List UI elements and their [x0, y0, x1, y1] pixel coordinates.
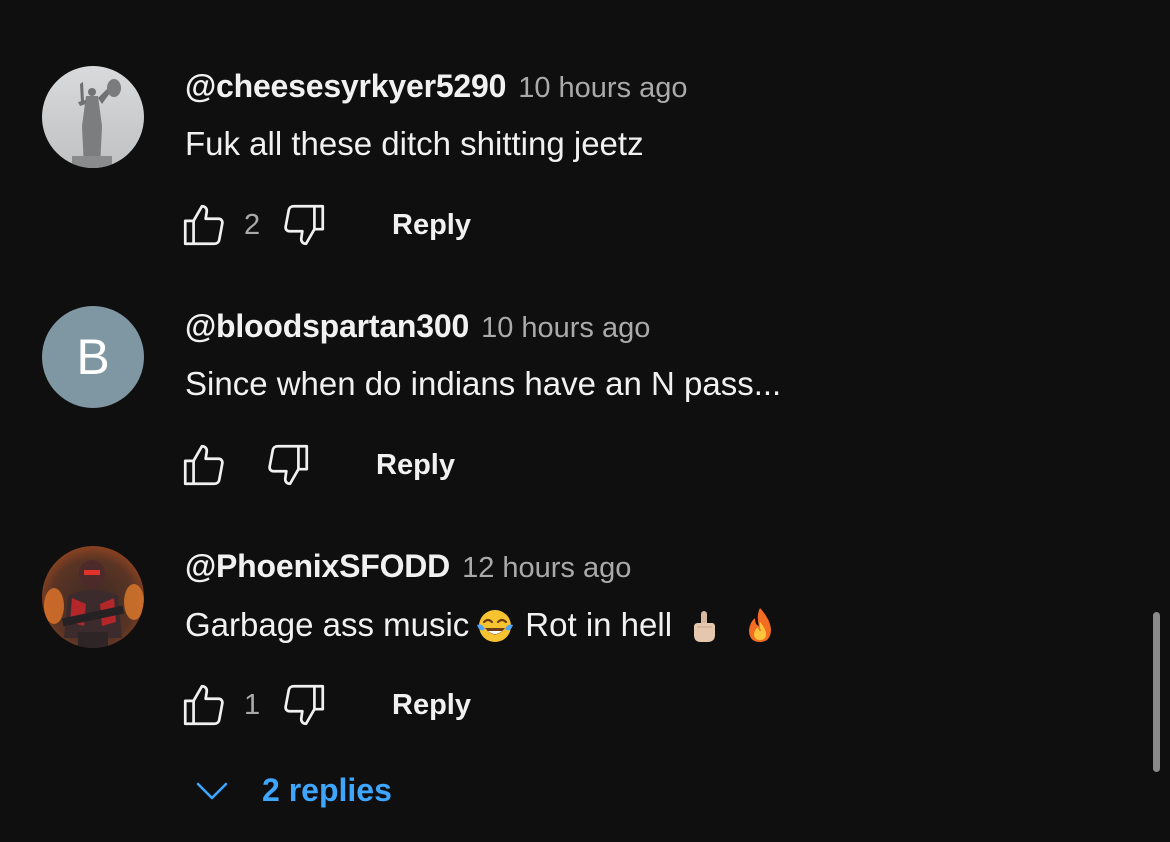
- view-replies-button[interactable]: 2 replies: [192, 762, 392, 818]
- thumbs-up-icon: [183, 204, 224, 246]
- comment-text: Fuk all these ditch shitting jeetz: [185, 125, 644, 162]
- like-button[interactable]: [178, 199, 230, 251]
- comment-actions: 1 Reply: [178, 675, 471, 735]
- reply-button[interactable]: Reply: [376, 449, 455, 482]
- thumbs-down-icon: [268, 444, 309, 486]
- dislike-button[interactable]: [262, 439, 314, 491]
- comment-header: @PhoenixSFODD 12 hours ago: [185, 548, 631, 588]
- author-name[interactable]: @bloodspartan300: [185, 308, 469, 345]
- comment-text: Garbage ass music Rot in hell: [185, 605, 784, 645]
- thumbs-down-icon: [284, 204, 325, 246]
- statue-avatar-image: [42, 66, 144, 168]
- comment-text-part-2: Rot in hell: [525, 606, 673, 643]
- author-name[interactable]: @cheesesyrkyer5290: [185, 68, 506, 105]
- like-button[interactable]: [178, 679, 230, 731]
- dislike-button[interactable]: [278, 199, 330, 251]
- comment-header: @cheesesyrkyer5290 10 hours ago: [185, 68, 688, 108]
- comment-text-part-1: Garbage ass music: [185, 606, 470, 643]
- avatar-letter: B: [76, 329, 110, 385]
- author-name[interactable]: @PhoenixSFODD: [185, 548, 450, 585]
- comment-actions: 2 Reply: [178, 195, 471, 255]
- avatar[interactable]: [42, 66, 144, 168]
- comment-header: @bloodspartan300 10 hours ago: [185, 308, 650, 348]
- reply-button[interactable]: Reply: [392, 209, 471, 242]
- scrollbar[interactable]: [1153, 612, 1160, 772]
- fire-icon: [740, 605, 780, 645]
- timestamp[interactable]: 10 hours ago: [518, 72, 687, 105]
- reply-button[interactable]: Reply: [392, 689, 471, 722]
- thumbs-up-icon: [183, 444, 224, 486]
- like-count: 1: [244, 688, 261, 721]
- comment-actions: Reply: [178, 435, 455, 495]
- thumbs-down-icon: [284, 684, 325, 726]
- comment-text: Since when do indians have an N pass...: [185, 365, 782, 402]
- avatar[interactable]: B: [42, 306, 144, 408]
- timestamp[interactable]: 10 hours ago: [481, 312, 650, 345]
- like-count: 2: [244, 208, 261, 241]
- avatar[interactable]: [42, 546, 144, 648]
- middle-finger-icon: [684, 605, 724, 645]
- face-with-tears-of-joy-icon: [475, 605, 515, 645]
- replies-count-label: 2 replies: [262, 771, 392, 808]
- dislike-button[interactable]: [278, 679, 330, 731]
- thumbs-up-icon: [183, 684, 224, 726]
- soldier-avatar-image: [42, 546, 144, 648]
- chevron-down-icon: [196, 782, 228, 800]
- like-button[interactable]: [178, 439, 230, 491]
- timestamp[interactable]: 12 hours ago: [462, 552, 631, 585]
